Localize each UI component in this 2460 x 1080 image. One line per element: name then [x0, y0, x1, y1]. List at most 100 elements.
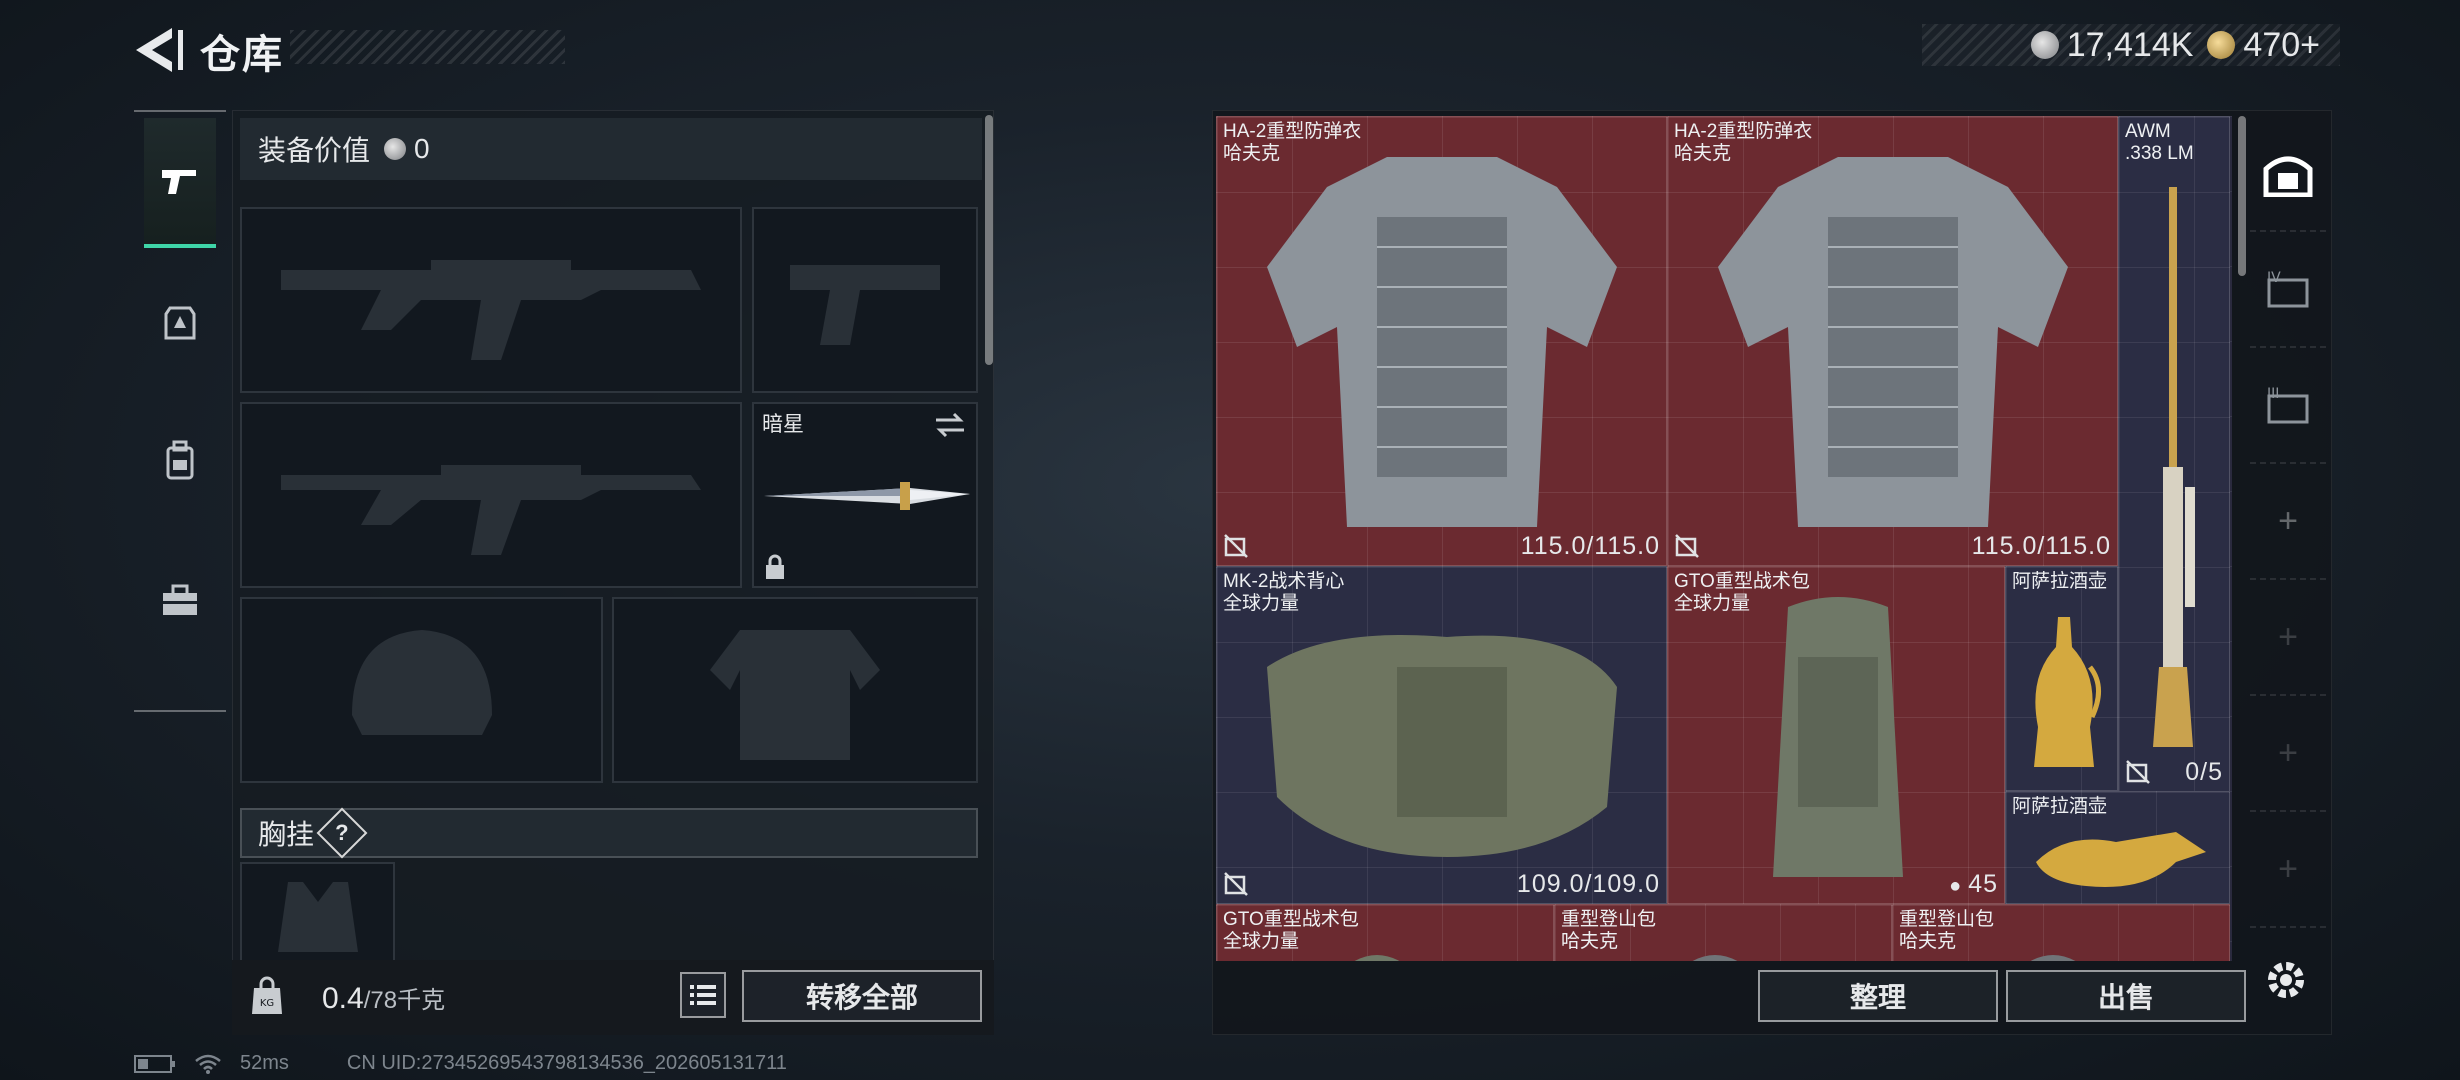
- toolbox-icon: [163, 584, 197, 615]
- melee-slot[interactable]: 暗星: [752, 402, 978, 588]
- item-name: GTO重型战术包 全球力量: [1223, 909, 1359, 952]
- svg-text:KG: KG: [260, 998, 274, 1009]
- item-name: HA-2重型防弹衣 哈夫克: [1223, 121, 1362, 164]
- item-name: HA-2重型防弹衣 哈夫克: [1674, 121, 1813, 164]
- equipment-value-label: 装备价值: [258, 135, 371, 166]
- tab-storage-3[interactable]: III: [2250, 348, 2326, 464]
- sort-button[interactable]: 整理: [1758, 970, 1998, 1022]
- helmet-slot[interactable]: [240, 597, 603, 783]
- primary-weapon-slot[interactable]: [240, 207, 742, 393]
- storage-scrollbar[interactable]: [2238, 116, 2246, 276]
- item-name: GTO重型战术包 全球力量: [1674, 571, 1810, 614]
- storage-item[interactable]: 阿萨拉酒壶: [2005, 566, 2118, 791]
- silver-currency: 17,414K: [2030, 26, 2193, 65]
- svg-text:III: III: [2267, 386, 2279, 402]
- golden-flask-icon: [2036, 832, 2206, 887]
- helmet-small-icon: ●: [1949, 875, 1963, 897]
- storage-item[interactable]: HA-2重型防弹衣 哈夫克 115.0/115.0: [1216, 116, 1667, 566]
- list-icon: [690, 985, 716, 1005]
- tab-armor[interactable]: [144, 258, 216, 388]
- uninsured-icon: [1224, 872, 1248, 896]
- item-name: MK-2战术背心 全球力量: [1223, 571, 1345, 614]
- plus-icon: +: [2278, 733, 2298, 772]
- tab-divider: [134, 110, 226, 112]
- storage-item[interactable]: HA-2重型防弹衣 哈夫克 115.0/115.0: [1667, 116, 2118, 566]
- storage-grid: HA-2重型防弹衣 哈夫克 115.0/115.0 HA-2重型防弹衣 哈夫克 11…: [1216, 116, 2232, 961]
- storage-item[interactable]: AWM .338 LM 0/5: [2118, 116, 2230, 792]
- tactical-vest-icon: [1267, 635, 1617, 857]
- backpack-icon: [166, 440, 194, 480]
- item-name: 阿萨拉酒壶: [2012, 796, 2108, 817]
- uninsured-icon: [2126, 760, 2150, 784]
- ping-readout: 52ms: [240, 1052, 289, 1074]
- storage-expansion-icon: IV: [2267, 270, 2309, 308]
- item-name: 重型登山包 哈夫克: [1899, 909, 1995, 952]
- pistol-silhouette-icon: [790, 265, 940, 345]
- swap-icon[interactable]: [934, 412, 966, 438]
- melee-name: 暗星: [762, 413, 804, 436]
- chest-rig-label: 胸挂: [258, 819, 315, 850]
- plus-icon: +: [2278, 501, 2298, 540]
- storage-item[interactable]: MK-2战术背心 全球力量 109.0/109.0: [1216, 566, 1667, 904]
- gold-coin-icon: [2207, 31, 2236, 59]
- add-storage-tab[interactable]: +: [2250, 696, 2326, 812]
- list-view-button[interactable]: [680, 972, 726, 1018]
- body-armor-slot[interactable]: [612, 597, 978, 783]
- tab-storage-4[interactable]: IV: [2250, 232, 2326, 348]
- currency-bar: 17,414K 470+: [1922, 24, 2340, 66]
- tab-backpack[interactable]: [144, 395, 216, 525]
- weight-readout: 0.4/78千克: [322, 980, 445, 1016]
- armor-silhouette-icon: [710, 630, 880, 760]
- help-icon[interactable]: ?: [316, 807, 368, 859]
- item-ammo-count: 0/5: [2185, 758, 2223, 786]
- sell-button[interactable]: 出售: [2006, 970, 2246, 1022]
- awm-rifle-icon: [2153, 187, 2195, 747]
- mountain-backpack-icon: [1693, 955, 1737, 961]
- back-button[interactable]: [128, 22, 188, 78]
- item-name: AWM .338 LM: [2125, 121, 2194, 164]
- storage-item[interactable]: 阿萨拉酒壶: [2005, 791, 2230, 904]
- mountain-backpack-icon: [2031, 955, 2075, 961]
- tab-weapons[interactable]: [144, 118, 216, 248]
- equipment-value-bar: 装备价值 0: [240, 118, 982, 180]
- gold-currency[interactable]: 470+: [2207, 26, 2320, 65]
- transfer-all-button[interactable]: 转移全部: [742, 970, 982, 1022]
- add-storage-tab[interactable]: +: [2250, 812, 2326, 928]
- item-name: 重型登山包 哈夫克: [1561, 909, 1657, 952]
- gear-icon: [2268, 962, 2304, 998]
- plus-icon: +: [2278, 849, 2298, 888]
- primary-weapon-slot-2[interactable]: [240, 402, 742, 588]
- item-count: ● 45: [1949, 870, 1998, 898]
- add-storage-tab[interactable]: +: [2250, 464, 2326, 580]
- back-arrow-icon: [136, 28, 183, 72]
- svg-text:IV: IV: [2267, 270, 2281, 286]
- gold-amount: 470+: [2243, 25, 2320, 64]
- equipment-tab-column: [134, 110, 226, 712]
- tab-toolbox[interactable]: [144, 535, 216, 665]
- chest-rig-slot[interactable]: [240, 862, 395, 960]
- plus-icon: +: [2278, 617, 2298, 656]
- armor-crate-icon: [164, 306, 196, 340]
- tactical-backpack-icon: [1773, 597, 1903, 877]
- helmet-silhouette-icon: [351, 630, 492, 735]
- storage-item[interactable]: 重型登山包 哈夫克: [1554, 904, 1892, 961]
- uninsured-icon: [1224, 534, 1248, 558]
- silver-coin-icon: [2030, 31, 2059, 59]
- tab-main-storage[interactable]: [2250, 116, 2326, 232]
- storage-expansion-icon: III: [2267, 386, 2309, 424]
- chest-rig-silhouette-icon: [277, 882, 358, 952]
- storage-item[interactable]: 重型登山包 哈夫克: [1892, 904, 2230, 961]
- secondary-weapon-slot[interactable]: [752, 207, 978, 393]
- weight-icon: KG: [252, 976, 282, 1014]
- storage-item[interactable]: GTO重型战术包 全球力量 ● 45: [1667, 566, 2005, 904]
- equipment-scrollbar[interactable]: [985, 115, 993, 365]
- pistol-icon: [162, 170, 196, 194]
- uninsured-icon: [1675, 534, 1699, 558]
- chest-rig-header: 胸挂 ?: [240, 807, 978, 859]
- settings-button[interactable]: [2258, 952, 2314, 1008]
- add-storage-tab[interactable]: +: [2250, 580, 2326, 696]
- lock-icon: [766, 554, 784, 579]
- help-mark: ?: [335, 819, 349, 845]
- silver-coin-icon: [384, 138, 407, 160]
- storage-item[interactable]: GTO重型战术包 全球力量: [1216, 904, 1554, 961]
